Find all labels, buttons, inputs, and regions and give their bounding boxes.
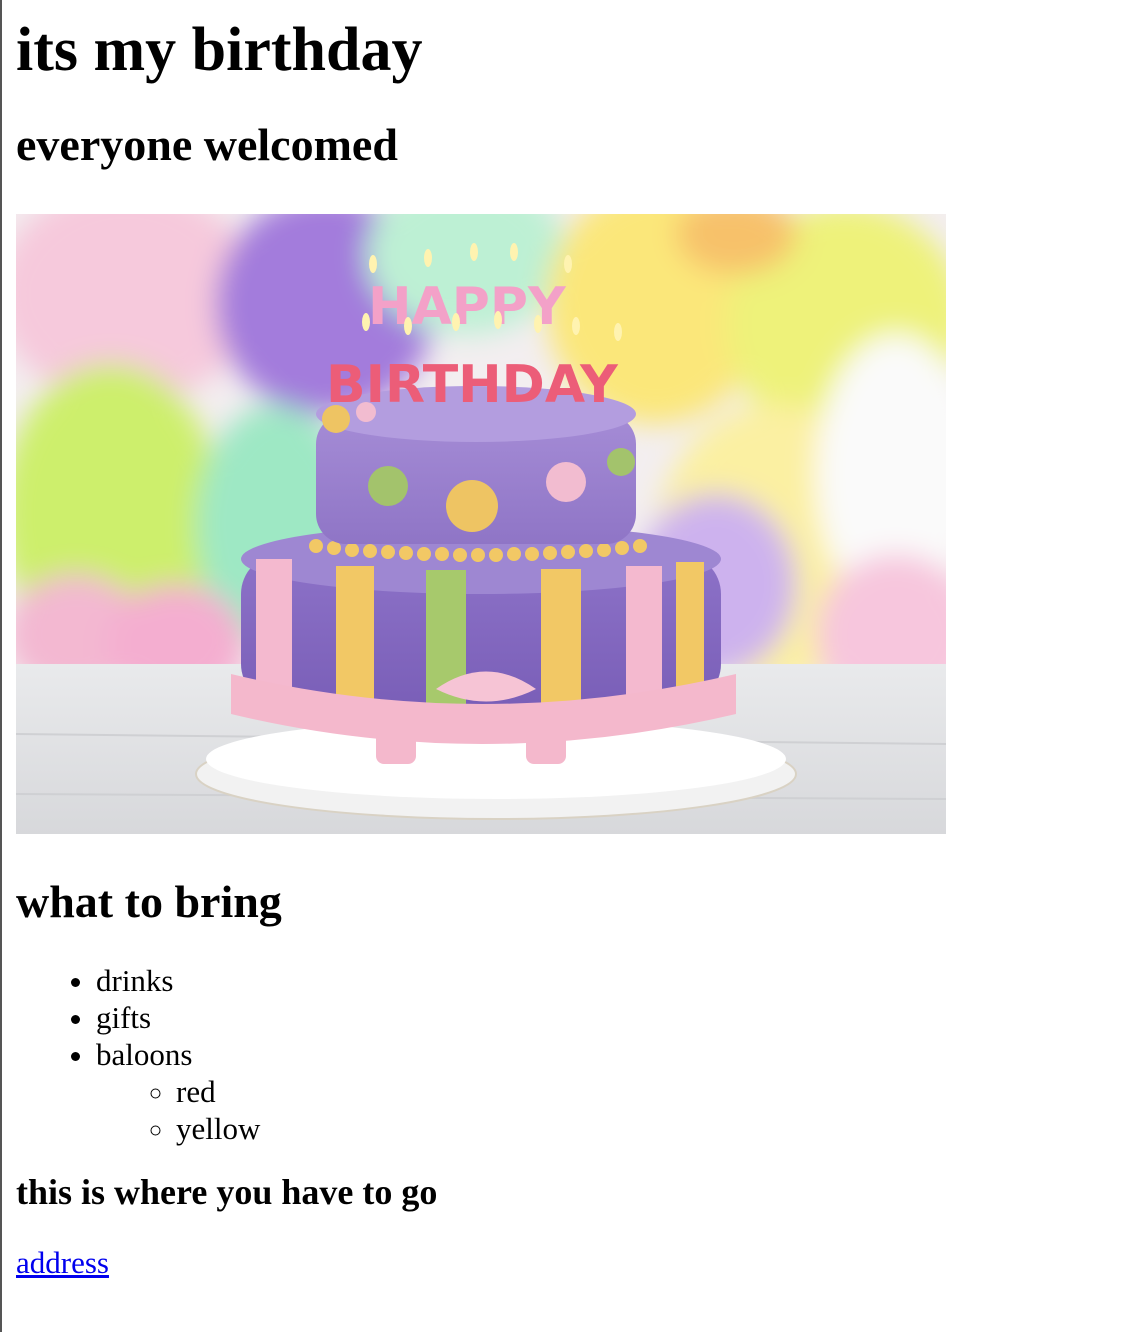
page-content: its my birthday everyone welcomed HAPPY … [16, 0, 1136, 1281]
balloon-colors-list: red yellow [96, 1073, 1136, 1147]
bring-heading: what to bring [16, 876, 282, 927]
birthday-cake-image: HAPPY BIRTHDAY [16, 214, 946, 834]
list-item: red [176, 1073, 1136, 1110]
bring-list: drinks gifts baloons red yellow [16, 962, 1136, 1147]
address-link[interactable]: address [16, 1245, 109, 1281]
list-item: drinks [96, 962, 1136, 999]
list-item: baloons red yellow [96, 1036, 1136, 1147]
list-item-label: yellow [176, 1111, 261, 1146]
page-title: its my birthday [16, 16, 423, 84]
list-item: yellow [176, 1110, 1136, 1147]
cake-letter-bottom: BIRTHDAY [326, 355, 619, 415]
list-item-label: baloons [96, 1037, 193, 1072]
list-item-label: gifts [96, 1000, 152, 1035]
list-item-label: drinks [96, 963, 174, 998]
directions-heading: this is where you have to go [16, 1172, 438, 1212]
list-item-label: red [176, 1074, 216, 1109]
window-left-edge [0, 0, 2, 1332]
list-item: gifts [96, 999, 1136, 1036]
page-subtitle: everyone welcomed [16, 119, 398, 170]
